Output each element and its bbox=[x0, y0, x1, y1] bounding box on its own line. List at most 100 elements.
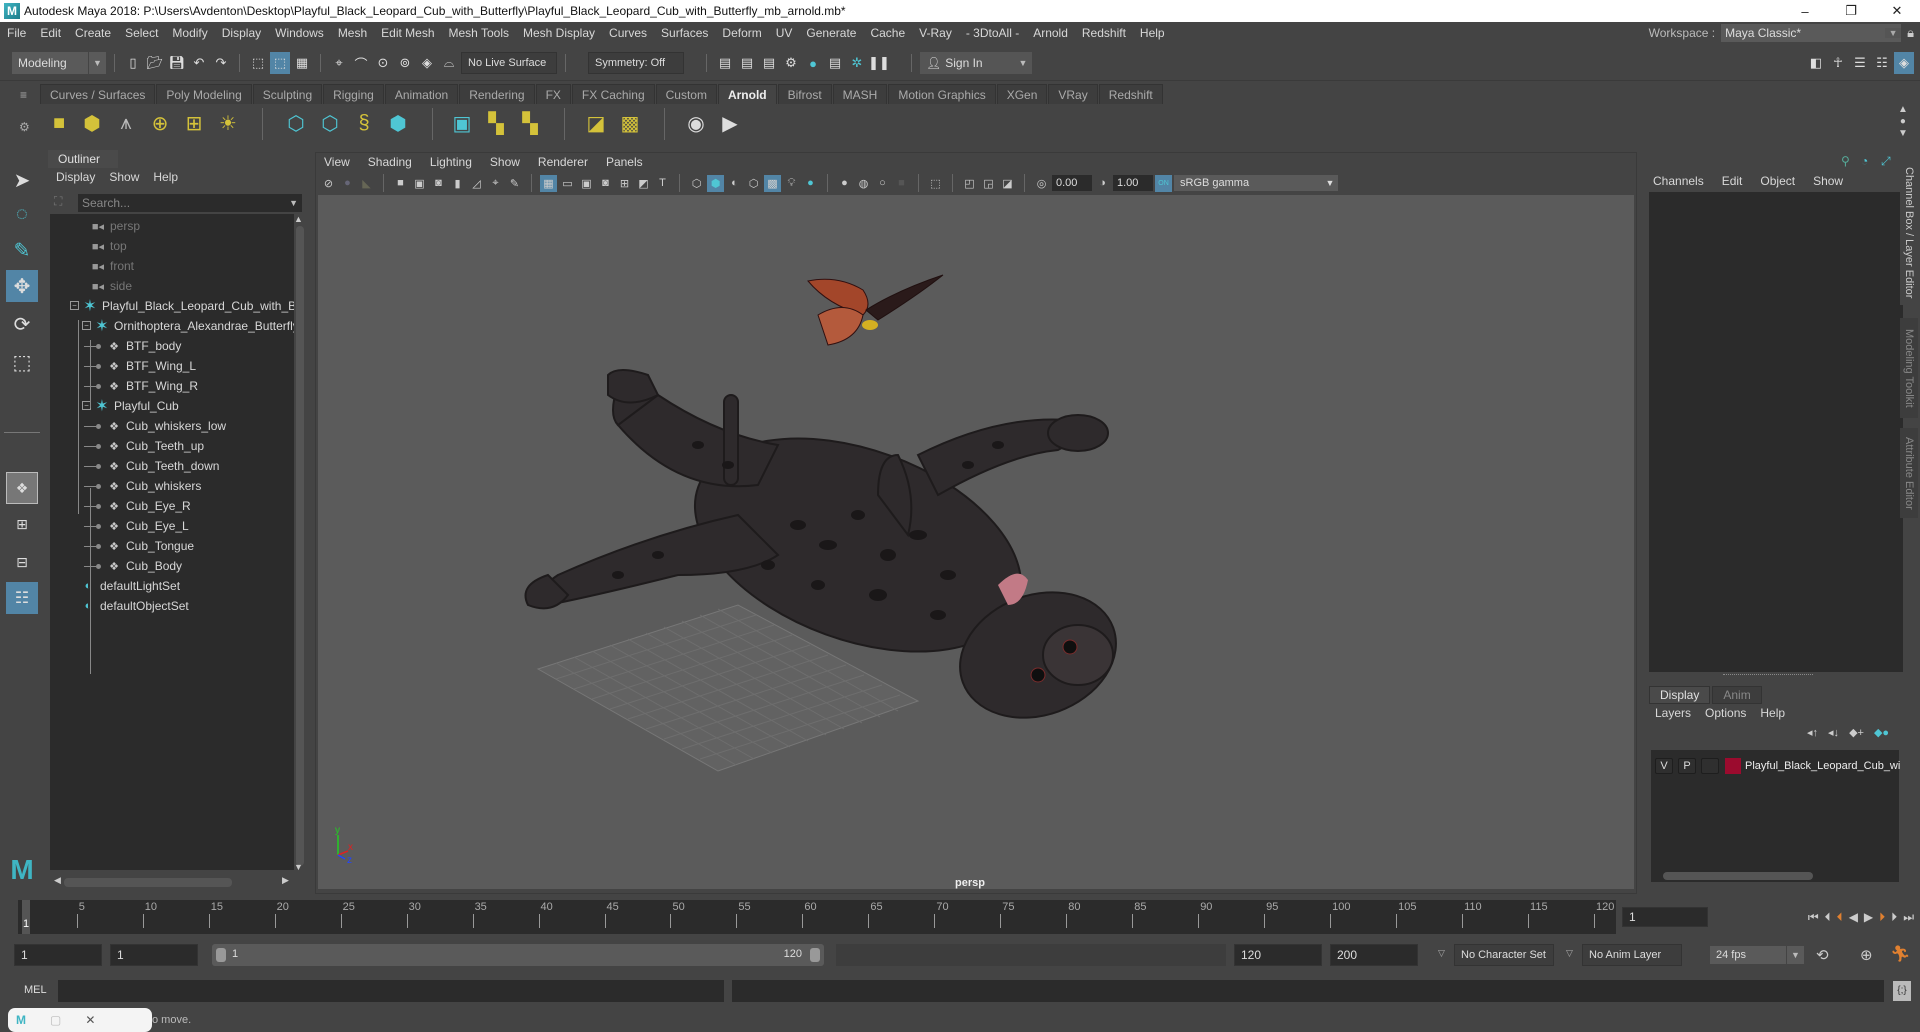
character-set-dropdown[interactable]: No Character Set bbox=[1454, 944, 1554, 966]
select-tool-icon[interactable]: ➤ bbox=[6, 164, 38, 196]
update-tx-icon[interactable]: ▚ bbox=[482, 108, 510, 138]
menu-mesh[interactable]: Mesh bbox=[331, 26, 374, 40]
shelf-tab-curves-surfaces[interactable]: Curves / Surfaces bbox=[40, 84, 156, 104]
snap-view-plane-icon[interactable]: ◈ bbox=[417, 52, 437, 74]
close-button[interactable]: ✕ bbox=[1874, 0, 1920, 22]
make-live-icon[interactable]: ⌓ bbox=[439, 52, 459, 74]
menu-redshift[interactable]: Redshift bbox=[1075, 26, 1133, 40]
shelf-tab-fx-caching[interactable]: FX Caching bbox=[571, 84, 655, 104]
outliner-item[interactable]: ■◂ front bbox=[90, 256, 134, 276]
select-camera-icon[interactable]: ⊘ bbox=[320, 175, 337, 192]
menu-file[interactable]: File bbox=[0, 26, 33, 40]
shelf-scroll-icon[interactable]: ▲ ● ▼ bbox=[1898, 104, 1908, 140]
use-all-lights-icon[interactable]: 💡︎ bbox=[783, 175, 800, 192]
image-plane-icon[interactable]: ◿ bbox=[468, 175, 485, 192]
viewport-menu-renderer[interactable]: Renderer bbox=[538, 155, 588, 169]
symmetry-dropdown[interactable]: Symmetry: Off bbox=[588, 52, 684, 74]
current-frame-field[interactable]: 1 bbox=[1622, 907, 1708, 927]
layer-row[interactable]: V P Playful_Black_Leopard_Cub_wi bbox=[1651, 750, 1900, 780]
arnold-shader-icon[interactable]: ◪ bbox=[582, 108, 610, 138]
scale-tool-icon[interactable]: ⬚ bbox=[6, 346, 38, 378]
export-standin-icon[interactable]: ⬡ bbox=[316, 108, 344, 138]
hypershade-icon[interactable]: ● bbox=[803, 52, 823, 74]
smooth-shade-icon[interactable]: ⬢ bbox=[707, 174, 724, 192]
scroll-down-icon[interactable]: ▼ bbox=[294, 862, 303, 872]
arnold-render-view-icon[interactable]: ◉ bbox=[682, 108, 710, 138]
go-to-end-icon[interactable]: ⏭ bbox=[1903, 910, 1914, 925]
outliner-vertical-scrollbar[interactable] bbox=[296, 226, 304, 866]
mesh-light-icon[interactable]: ⬢ bbox=[78, 108, 106, 138]
wireframe-on-shaded-icon[interactable]: ⬡ bbox=[745, 175, 762, 192]
menu-curves[interactable]: Curves bbox=[602, 26, 654, 40]
character-controls-icon[interactable]: ☥ bbox=[1828, 52, 1848, 74]
arnold-render-icon[interactable]: ▶ bbox=[716, 108, 744, 138]
minimize-button[interactable]: – bbox=[1782, 0, 1828, 22]
step-forward-key-icon[interactable]: ⏵ bbox=[1891, 910, 1897, 925]
workspace-dropdown[interactable]: Maya Classic* ▼ bbox=[1721, 24, 1902, 42]
range-start-handle[interactable] bbox=[216, 948, 226, 962]
menu-generate[interactable]: Generate bbox=[799, 26, 863, 40]
field-chart-icon[interactable]: ⊞ bbox=[616, 175, 633, 192]
shelf-tab-motion-graphics[interactable]: Motion Graphics bbox=[888, 84, 996, 104]
shadows-icon[interactable]: ● bbox=[802, 175, 819, 192]
attribute-editor-icon[interactable]: ☰ bbox=[1850, 52, 1870, 74]
shelf-tab-custom[interactable]: Custom bbox=[655, 84, 717, 104]
2d-pan-zoom-icon[interactable]: ⌖ bbox=[487, 175, 504, 192]
outliner-item[interactable]: ■◂ side bbox=[90, 276, 132, 296]
layer-tab-anim[interactable]: Anim bbox=[1712, 686, 1762, 704]
play-backwards-icon[interactable]: ◀ bbox=[1849, 910, 1858, 924]
arnold-texture-icon[interactable]: ▩ bbox=[616, 108, 644, 138]
pause-viewport-icon[interactable]: ❚❚ bbox=[868, 52, 890, 74]
new-layer-selected-icon[interactable]: ◆● bbox=[1874, 726, 1889, 739]
gate-mask-icon[interactable]: ◙ bbox=[597, 175, 614, 192]
anim-preferences-icon[interactable]: 🏃︎ bbox=[1890, 944, 1910, 964]
create-curve-collector-icon[interactable]: § bbox=[350, 108, 378, 138]
menu-arnold[interactable]: Arnold bbox=[1026, 26, 1075, 40]
remove-tx-icon[interactable]: ▚ bbox=[516, 108, 544, 138]
scroll-left-icon[interactable]: ◀ bbox=[54, 875, 61, 886]
snap-point-icon[interactable]: ⊙ bbox=[373, 52, 393, 74]
outliner-horizontal-scrollbar[interactable] bbox=[64, 878, 232, 887]
layer-visibility-toggle[interactable]: V bbox=[1655, 758, 1673, 774]
range-end-handle[interactable] bbox=[810, 948, 820, 962]
two-view-layout-icon[interactable]: ⊟ bbox=[6, 546, 38, 578]
outliner-item[interactable]: ❖ Cub_whiskers_low bbox=[106, 416, 226, 436]
channel-menu-edit[interactable]: Edit bbox=[1722, 174, 1743, 188]
outliner-item[interactable]: ✶ Ornithoptera_Alexandrae_Butterfly bbox=[94, 316, 294, 336]
flush-texture-cache-icon[interactable]: ▣ bbox=[448, 108, 476, 138]
move-layer-down-icon[interactable]: ◂↓ bbox=[1828, 726, 1839, 739]
channel-menu-channels[interactable]: Channels bbox=[1653, 174, 1704, 188]
3d-viewport[interactable]: y x z persp bbox=[318, 195, 1634, 889]
exposure-field[interactable]: 0.00 bbox=[1052, 175, 1092, 191]
render-view-icon[interactable]: ▤ bbox=[715, 52, 735, 74]
outliner-menu-show[interactable]: Show bbox=[109, 170, 139, 184]
color-management-toggle[interactable]: ON bbox=[1155, 174, 1172, 192]
outliner-item[interactable]: ❖ Cub_Teeth_up bbox=[106, 436, 204, 456]
new-empty-layer-icon[interactable]: ◆+ bbox=[1849, 726, 1864, 739]
range-slider[interactable]: 1 120 bbox=[212, 944, 824, 966]
select-object-icon[interactable]: ⬚ bbox=[270, 52, 290, 74]
step-back-frame-icon[interactable]: ⏴ bbox=[1837, 910, 1843, 925]
shelf-tab-xgen[interactable]: XGen bbox=[996, 84, 1048, 104]
xray-active-icon[interactable]: ◲ bbox=[980, 175, 997, 192]
playback-start-field[interactable]: 1 bbox=[110, 944, 198, 966]
layer-name[interactable]: Playful_Black_Leopard_Cub_wi bbox=[1745, 760, 1900, 772]
outliner-item[interactable]: ◐ defaultLightSet bbox=[80, 576, 180, 596]
grid-icon[interactable]: ▦ bbox=[540, 174, 557, 192]
rotate-tool-icon[interactable]: ⟳ bbox=[6, 308, 38, 340]
anim-layer-arrow-icon[interactable]: ▽ bbox=[1566, 948, 1573, 959]
outliner-item[interactable]: ✶ Playful_Black_Leopard_Cub_with_But bbox=[82, 296, 294, 316]
shelf-tab-bifrost[interactable]: Bifrost bbox=[777, 84, 832, 104]
textured-icon[interactable]: ▩ bbox=[764, 174, 781, 192]
render-frame-icon[interactable]: ▤ bbox=[737, 52, 757, 74]
camera-attributes-icon[interactable]: ● bbox=[339, 175, 356, 192]
shelf-tab-vray[interactable]: VRay bbox=[1048, 84, 1098, 104]
outliner-menu-display[interactable]: Display bbox=[56, 170, 95, 184]
viewport-menu-show[interactable]: Show bbox=[490, 155, 520, 169]
scene-end-field[interactable]: 200 bbox=[1330, 944, 1418, 966]
time-slider[interactable]: 1 5 10 15 20 25 30 35 40 45 50 55 60 65 70 75 80 85 90 95 10… bbox=[18, 900, 1616, 934]
outliner-layout-icon[interactable]: ☷ bbox=[6, 582, 38, 614]
shelf-tab-rendering[interactable]: Rendering bbox=[459, 84, 535, 104]
film-gate-icon[interactable]: ▭ bbox=[559, 175, 576, 192]
save-scene-icon[interactable]: 💾︎ bbox=[167, 52, 187, 74]
